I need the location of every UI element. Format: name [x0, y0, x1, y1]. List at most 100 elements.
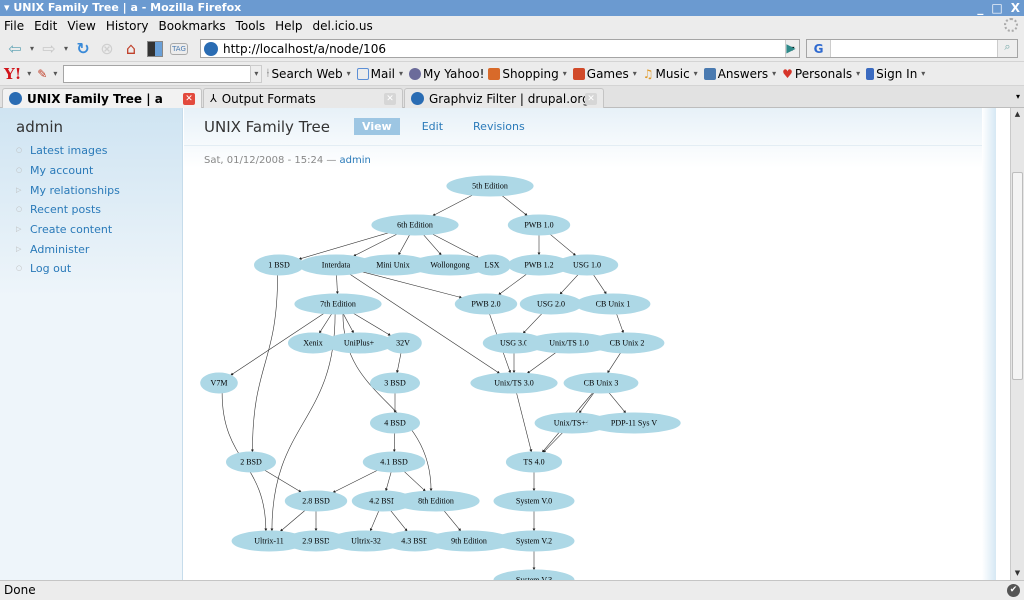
back-history-dropdown[interactable]: ▾ [28, 44, 36, 53]
menu-help[interactable]: Help [275, 19, 302, 33]
forward-history-dropdown[interactable]: ▾ [62, 44, 70, 53]
graph-node-unix-ts-3-0: Unix/TS 3.0 [470, 372, 558, 394]
stop-button[interactable]: ⊗ [96, 38, 118, 60]
search-bar[interactable]: G ⌕ [806, 39, 1018, 58]
mail-button[interactable]: Mail ▾ [356, 67, 405, 81]
edge-cb-unix-3-to-pdp-11-sys-v [608, 392, 627, 414]
window-menu-icon[interactable]: ▾ [4, 1, 13, 14]
scrollbar-thumb[interactable] [1012, 172, 1023, 380]
tab-graphviz-filter[interactable]: Graphviz Filter | drupal.org ✕ [404, 88, 604, 108]
games-button[interactable]: Games ▾ [572, 67, 639, 81]
status-bar: Done ✔ [0, 580, 1024, 600]
search-web-button[interactable]: ⍿ Search Web ▾ [266, 66, 352, 81]
my-yahoo-button[interactable]: My Yahoo! [409, 67, 484, 81]
node-label: CB Unix 2 [610, 338, 645, 347]
pencil-dropdown[interactable]: ▾ [51, 69, 59, 78]
scroll-up-arrow[interactable]: ▲ [1011, 108, 1024, 121]
edge-6th-edition-to-lsx [432, 233, 480, 259]
tab-output-formats[interactable]: ⅄ Output Formats ✕ [203, 88, 403, 108]
node-label: CB Unix 3 [584, 378, 619, 387]
menu-edit[interactable]: Edit [34, 19, 57, 33]
close-tab-icon[interactable]: ✕ [384, 93, 396, 105]
graph-node-4-bsd: 4 BSD [370, 412, 420, 434]
back-button[interactable]: ⇦ [4, 38, 26, 60]
node-label: System V.2 [516, 536, 552, 545]
my-yahoo-icon [409, 67, 422, 80]
node-label: 1 BSD [268, 260, 290, 269]
menu-file[interactable]: File [4, 19, 24, 33]
go-button[interactable]: ▶ [782, 39, 800, 58]
edge-pwb-1-0-to-usg-1-0 [549, 234, 577, 256]
search-input[interactable] [834, 41, 994, 56]
node-label: USG 2.0 [537, 299, 565, 308]
edge-5th-edition-to-6th-edition [432, 194, 473, 217]
graph-node-usg-2-0: USG 2.0 [519, 293, 583, 315]
node-label: 7th Edition [320, 299, 356, 308]
games-icon [572, 67, 585, 80]
edge-4-1-bsd-to-2-8-bsd [332, 470, 378, 493]
edge-8th-edition-to-9th-edition [443, 510, 462, 532]
yahoo-logo-icon[interactable]: Y! [4, 65, 21, 83]
graph-node-cb-unix-1: CB Unix 1 [575, 293, 651, 315]
edge-4-2-bsd-to-ultrix-32 [369, 510, 380, 532]
unix-family-tree-graph: 5th Edition 6th Edition PWB 1.0 1 BSD Interd… [200, 175, 681, 580]
scroll-down-arrow[interactable]: ▼ [1011, 567, 1024, 580]
yahoo-menu-dropdown[interactable]: ▾ [25, 69, 33, 78]
edge-6th-edition-to-wollongong [423, 234, 442, 256]
menu-view[interactable]: View [67, 19, 95, 33]
node-label: Xenix [303, 338, 323, 347]
url-bar[interactable]: http://localhost/a/node/106 ▾ [200, 39, 800, 58]
yahoo-search-input[interactable] [63, 64, 252, 83]
yahoo-search-dropdown[interactable]: ▾ [250, 64, 263, 83]
graph-node-cb-unix-2: CB Unix 2 [589, 332, 665, 354]
menu-bookmarks[interactable]: Bookmarks [159, 19, 226, 33]
graph-node-6th-edition: 6th Edition [371, 214, 459, 236]
music-button[interactable]: ♫ Music ▾ [643, 67, 700, 81]
search-magnifier-icon[interactable]: ⌕ [997, 40, 1017, 57]
graph-node-system-v-3: System V.3 [493, 569, 575, 580]
status-ok-icon: ✔ [1007, 584, 1020, 597]
close-window-button[interactable]: X [1011, 0, 1020, 16]
tab-bar: UNIX Family Tree | a ✕ ⅄ Output Formats … [0, 86, 1024, 108]
minimize-button[interactable]: _ [977, 0, 983, 16]
drupal-favicon-icon [9, 92, 22, 105]
google-engine-icon[interactable]: G [807, 40, 831, 57]
pencil-icon[interactable]: ✎ [37, 67, 47, 81]
personals-button[interactable]: ♥ Personals ▾ [782, 67, 862, 81]
page-viewport: admin ○ Latest images ○ My account ▷ My rel… [0, 108, 1010, 580]
edge-1-bsd-to-2-bsd [250, 274, 278, 453]
forward-button[interactable]: ⇨ [38, 38, 60, 60]
node-label: LSX [484, 260, 499, 269]
graph-node-5th-edition: 5th Edition [446, 175, 534, 197]
graph-node-cb-unix-3: CB Unix 3 [563, 372, 639, 394]
window-title: UNIX Family Tree | a - Mozilla Firefox [13, 1, 242, 14]
shopping-button[interactable]: Shopping ▾ [488, 67, 568, 81]
graph-favicon-icon: ⅄ [210, 92, 217, 105]
graph-node-8th-edition: 8th Edition [392, 490, 480, 512]
node-label: Mini Unix [376, 260, 410, 269]
answers-button[interactable]: Answers ▾ [703, 67, 778, 81]
tag-button[interactable]: TAG [168, 38, 190, 60]
node-label: 3 BSD [384, 378, 406, 387]
tab-list-dropdown[interactable]: ▾ [1016, 92, 1020, 101]
bookmark-manager-button[interactable] [144, 38, 166, 60]
tab-unix-family-tree[interactable]: UNIX Family Tree | a ✕ [2, 88, 202, 108]
edge-interdata-to-unix-ts-3-0 [349, 274, 501, 374]
menu-tools[interactable]: Tools [236, 19, 266, 33]
reload-button[interactable]: ↻ [72, 38, 94, 60]
maximize-button[interactable]: □ [991, 0, 1002, 16]
edge-6th-edition-to-mini-unix [398, 234, 410, 256]
node-label: 2 BSD [240, 457, 262, 466]
home-button[interactable]: ⌂ [120, 38, 142, 60]
sign-in-button[interactable]: Sign In ▾ [866, 67, 927, 81]
close-tab-icon[interactable]: ✕ [183, 93, 195, 105]
shopping-icon [488, 67, 501, 80]
menu-history[interactable]: History [106, 19, 149, 33]
node-label: Unix/TS++ [554, 418, 591, 427]
menu-delicious[interactable]: del.icio.us [313, 19, 373, 33]
graph-node-4-1-bsd: 4.1 BSD [362, 451, 426, 473]
close-tab-icon[interactable]: ✕ [585, 93, 597, 105]
edge-7th-edition-to-uniplus [343, 313, 354, 334]
vertical-scrollbar[interactable]: ▲ ▼ [1010, 108, 1024, 580]
graph-node-ts-4-0: TS 4.0 [505, 451, 563, 473]
